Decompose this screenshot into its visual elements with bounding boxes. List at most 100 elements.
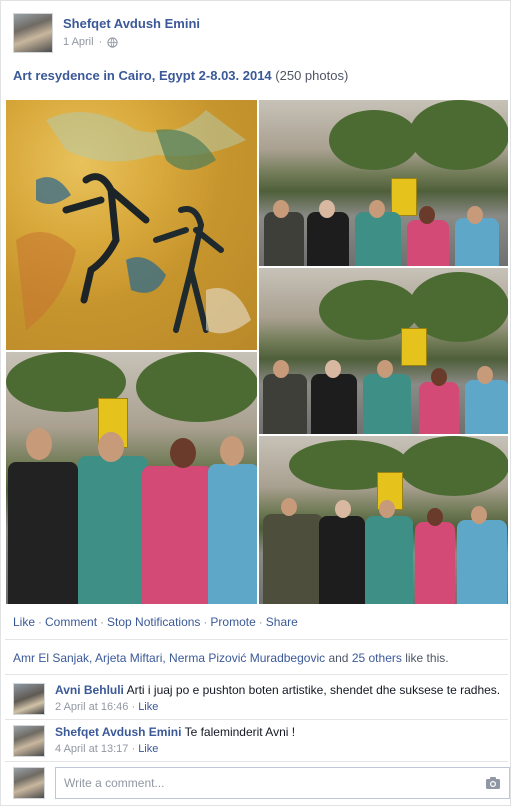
person — [415, 522, 455, 604]
person-head — [98, 432, 124, 462]
likes-summary: Amr El Sanjak, Arjeta Miftari, Nerma Piz… — [5, 639, 508, 665]
person — [264, 212, 304, 266]
post-meta: 1 April · — [63, 36, 118, 48]
tree — [399, 436, 508, 496]
album-link[interactable]: Art resydence in Cairo, Egypt 2-8.03. 20… — [13, 68, 272, 83]
person — [455, 218, 499, 266]
post-actions: Like · Comment · Stop Notifications · Promote ·… — [13, 615, 298, 629]
yellow-stand — [401, 328, 427, 366]
photo-scene — [259, 100, 508, 266]
comment-placeholder: Write a comment... — [64, 776, 165, 790]
likes-others-link[interactable]: 25 others — [352, 651, 402, 665]
person-head — [379, 500, 395, 518]
comment-time[interactable]: 4 April at 13:17 — [55, 743, 128, 755]
comment-body: Shefqet Avdush Emini Te faleminderit Avn… — [55, 725, 505, 757]
person-head — [427, 508, 443, 526]
person-head — [471, 506, 487, 524]
comment-text: Arti i juaj po e pushton boten artistike… — [126, 683, 501, 697]
comment-meta: 4 April at 13:17 · Like — [55, 742, 505, 757]
album-photo-count: (250 photos) — [275, 68, 349, 83]
likes-and: and — [328, 651, 349, 665]
person — [263, 374, 307, 434]
photo-scene — [6, 352, 257, 604]
comment-body: Avni Behluli Arti i juaj po e pushton bo… — [55, 683, 505, 715]
globe-icon[interactable] — [107, 36, 118, 48]
comment-input[interactable]: Write a comment... — [55, 767, 510, 799]
photo-grid — [5, 99, 509, 605]
author-name[interactable]: Shefqet Avdush Emini — [63, 16, 200, 31]
likers-names[interactable]: Amr El Sanjak, Arjeta Miftari, Nerma Piz… — [13, 651, 325, 665]
stop-notifications-link[interactable]: Stop Notifications — [107, 615, 200, 629]
person-head — [26, 428, 52, 460]
comment-like-link[interactable]: Like — [138, 743, 158, 755]
person-head — [325, 360, 341, 378]
author-avatar[interactable] — [13, 13, 53, 53]
photo-painting[interactable] — [5, 99, 258, 351]
tree — [329, 110, 419, 170]
person — [142, 466, 212, 604]
yellow-stand — [391, 178, 417, 216]
person — [419, 382, 459, 434]
person — [208, 464, 257, 604]
like-link[interactable]: Like — [13, 615, 35, 629]
person-head — [273, 200, 289, 218]
tree — [409, 100, 508, 170]
person — [319, 516, 365, 604]
comment-link[interactable]: Comment — [45, 615, 97, 629]
photo-group-2[interactable] — [258, 267, 509, 435]
photo-group-1[interactable] — [258, 99, 509, 267]
person — [78, 456, 148, 604]
action-separator: · — [203, 615, 208, 629]
comment-like-link[interactable]: Like — [138, 701, 158, 713]
person — [465, 380, 508, 434]
person — [263, 514, 323, 604]
comment-author[interactable]: Avni Behluli — [55, 683, 124, 697]
person — [311, 374, 357, 434]
person — [457, 520, 507, 604]
current-user-avatar — [13, 767, 45, 799]
person-head — [319, 200, 335, 218]
action-separator: · — [100, 615, 105, 629]
action-separator: · — [38, 615, 43, 629]
person — [363, 374, 411, 434]
album-title: Art resydence in Cairo, Egypt 2-8.03. 20… — [13, 68, 348, 83]
person-head — [281, 498, 297, 516]
person-head — [369, 200, 385, 218]
post-card: Shefqet Avdush Emini 1 April · Art resyd… — [0, 0, 511, 806]
comment-item: Avni Behluli Arti i juaj po e pushton bo… — [13, 683, 503, 719]
likes-suffix: like this. — [405, 651, 449, 665]
person-head — [377, 360, 393, 378]
photo-scene — [259, 268, 508, 434]
person-head — [170, 438, 196, 468]
commenter-avatar[interactable] — [13, 725, 45, 757]
person — [365, 516, 413, 604]
divider — [5, 761, 508, 762]
divider — [5, 719, 508, 720]
person-head — [431, 368, 447, 386]
comment-meta-separator: · — [131, 743, 136, 755]
action-separator: · — [258, 615, 263, 629]
divider — [5, 674, 508, 675]
person-head — [477, 366, 493, 384]
person-head — [273, 360, 289, 378]
share-link[interactable]: Share — [266, 615, 298, 629]
comment-time[interactable]: 2 April at 16:46 — [55, 701, 128, 713]
comment-item: Shefqet Avdush Emini Te faleminderit Avn… — [13, 725, 503, 761]
comment-meta: 2 April at 16:46 · Like — [55, 700, 505, 715]
person-head — [467, 206, 483, 224]
person-head — [335, 500, 351, 518]
person-head — [220, 436, 244, 466]
promote-link[interactable]: Promote — [210, 615, 255, 629]
photo-scene — [259, 436, 508, 604]
photo-group-3[interactable] — [5, 351, 258, 605]
photo-group-4[interactable] — [258, 435, 509, 605]
person-head — [419, 206, 435, 224]
post-date[interactable]: 1 April — [63, 36, 94, 48]
commenter-avatar[interactable] — [13, 683, 45, 715]
painting-art — [16, 110, 251, 334]
dot-separator: · — [98, 36, 103, 48]
camera-icon[interactable] — [485, 776, 501, 790]
comment-author[interactable]: Shefqet Avdush Emini — [55, 725, 181, 739]
person — [8, 462, 78, 604]
person — [407, 220, 449, 266]
